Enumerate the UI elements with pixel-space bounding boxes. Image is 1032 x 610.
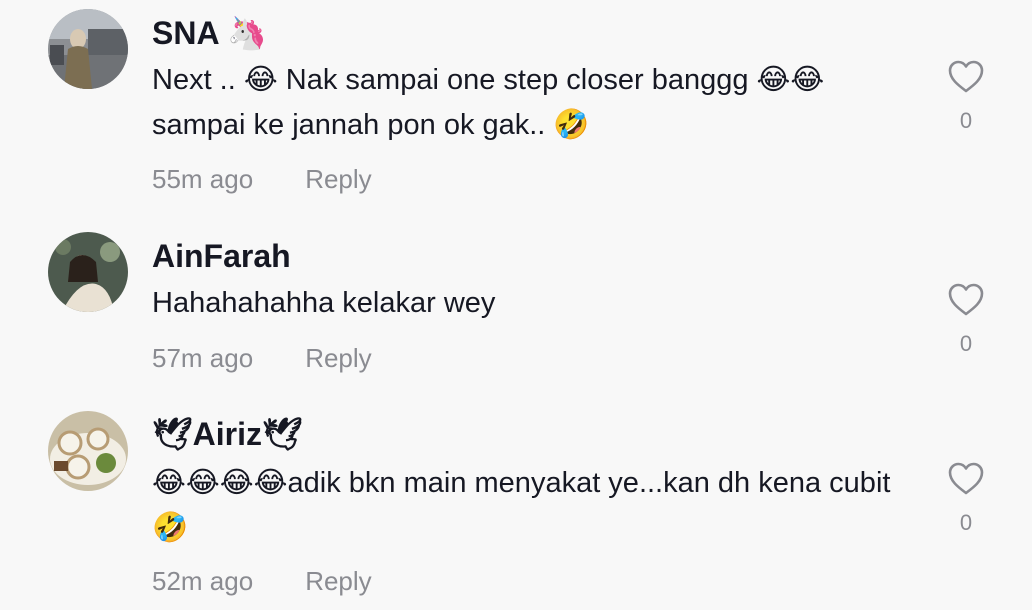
comment-meta: 52m ago Reply bbox=[152, 565, 372, 597]
timestamp: 57m ago bbox=[152, 343, 254, 373]
comment-item: SNA 🦄 Next .. 😂 Nak sampai one step clos… bbox=[0, 0, 1032, 200]
heart-outline-icon[interactable] bbox=[948, 462, 984, 496]
comment-text: 😂😂😂😂adik bkn main menyakat ye...kan dh k… bbox=[152, 467, 891, 544]
like-count: 0 bbox=[959, 331, 973, 356]
comment-meta: 57m ago Reply bbox=[152, 342, 372, 374]
username[interactable]: AinFarah bbox=[152, 236, 291, 276]
like-count: 0 bbox=[959, 108, 973, 133]
avatar[interactable] bbox=[48, 9, 128, 89]
heart-outline-icon[interactable] bbox=[948, 283, 984, 317]
timestamp: 55m ago bbox=[152, 164, 254, 194]
comment-meta: 55m ago Reply bbox=[152, 163, 372, 195]
avatar[interactable] bbox=[48, 232, 128, 312]
heart-outline-icon[interactable] bbox=[948, 60, 984, 94]
comment-item: 🕊Airiz🕊 😂😂😂😂adik bkn main menyakat ye...… bbox=[0, 400, 1032, 610]
avatar[interactable] bbox=[48, 411, 128, 491]
like-button[interactable]: 0 bbox=[944, 60, 988, 134]
username[interactable]: SNA 🦄 bbox=[152, 13, 267, 53]
reply-button[interactable]: Reply bbox=[305, 343, 371, 373]
timestamp: 52m ago bbox=[152, 566, 254, 596]
like-button[interactable]: 0 bbox=[944, 462, 988, 536]
comment-text: Hahahahahha kelakar wey bbox=[152, 287, 496, 319]
like-count: 0 bbox=[959, 510, 973, 535]
comment-item: AinFarah Hahahahahha kelakar wey 57m ago… bbox=[0, 200, 1032, 400]
like-button[interactable]: 0 bbox=[944, 283, 988, 357]
reply-button[interactable]: Reply bbox=[305, 164, 371, 194]
reply-button[interactable]: Reply bbox=[305, 566, 371, 596]
username[interactable]: 🕊Airiz🕊 bbox=[152, 414, 303, 454]
comment-text: Next .. 😂 Nak sampai one step closer ban… bbox=[152, 64, 825, 141]
